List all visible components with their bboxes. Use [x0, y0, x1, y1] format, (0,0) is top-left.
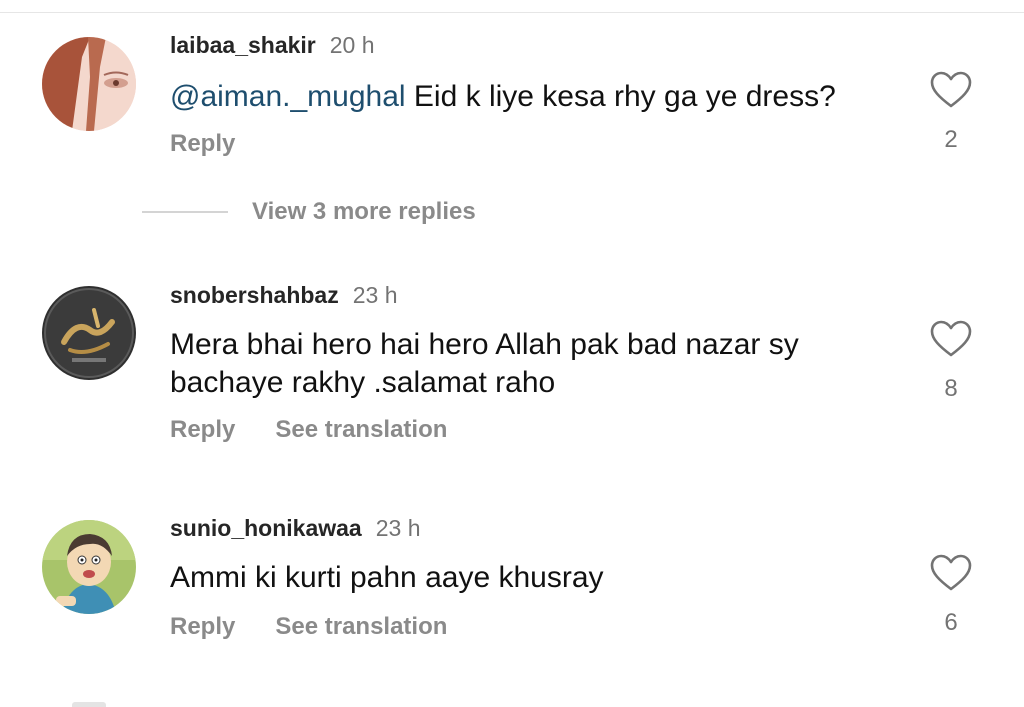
- heart-outline-icon: [930, 320, 972, 357]
- comment-actions: Reply: [170, 130, 235, 162]
- avatar-cartoon-icon: [42, 520, 136, 614]
- like-count: 2: [944, 126, 958, 153]
- heart-outline-icon: [930, 71, 972, 108]
- mention-link[interactable]: @aiman._mughal: [170, 80, 406, 113]
- like-count: 6: [944, 609, 958, 636]
- next-comment-avatar-peek: [72, 702, 106, 707]
- comment-time: 23 h: [375, 515, 421, 541]
- avatar-calligraphy-icon: [42, 286, 136, 380]
- avatar[interactable]: [42, 520, 136, 614]
- see-translation-button[interactable]: See translation: [275, 613, 447, 645]
- comment-time: 20 h: [329, 32, 375, 58]
- comment-actions: Reply See translation: [170, 613, 447, 645]
- username-link[interactable]: laibaa_shakir: [170, 32, 316, 59]
- username-link[interactable]: snobershahbaz: [170, 282, 339, 309]
- like-button[interactable]: [926, 319, 976, 359]
- comment-meta: snobershahbaz 23 h: [170, 282, 397, 312]
- comment-meta: sunio_honikawaa 23 h: [170, 515, 420, 545]
- see-translation-button[interactable]: See translation: [275, 416, 447, 448]
- replies-divider-line: [142, 211, 228, 213]
- reply-button[interactable]: Reply: [170, 416, 235, 448]
- comment-text: Mera bhai hero hai hero Allah pak bad na…: [170, 328, 799, 399]
- comment-body: Eid k liye kesa rhy ga ye dress?: [413, 80, 836, 113]
- like-button[interactable]: [926, 553, 976, 593]
- like-button[interactable]: [926, 70, 976, 110]
- comment-text: @aiman._mughal Eid k liye kesa rhy ga ye…: [170, 78, 860, 116]
- username-link[interactable]: sunio_honikawaa: [170, 515, 362, 542]
- view-more-replies-button[interactable]: View 3 more replies: [142, 196, 476, 228]
- avatar[interactable]: [42, 37, 136, 131]
- avatar[interactable]: [42, 286, 136, 380]
- like-count: 8: [944, 375, 958, 402]
- comment-time: 23 h: [352, 282, 398, 308]
- comment-text: Ammi ki kurti pahn aaye khusray: [170, 561, 604, 594]
- top-divider: [0, 0, 1024, 13]
- comment-meta: laibaa_shakir 20 h: [170, 32, 375, 62]
- heart-outline-icon: [930, 554, 972, 591]
- reply-button[interactable]: Reply: [170, 613, 235, 645]
- comment-actions: Reply See translation: [170, 416, 447, 448]
- avatar-photo-icon: [42, 37, 136, 131]
- view-replies-label: View 3 more replies: [252, 198, 476, 225]
- reply-button[interactable]: Reply: [170, 130, 235, 162]
